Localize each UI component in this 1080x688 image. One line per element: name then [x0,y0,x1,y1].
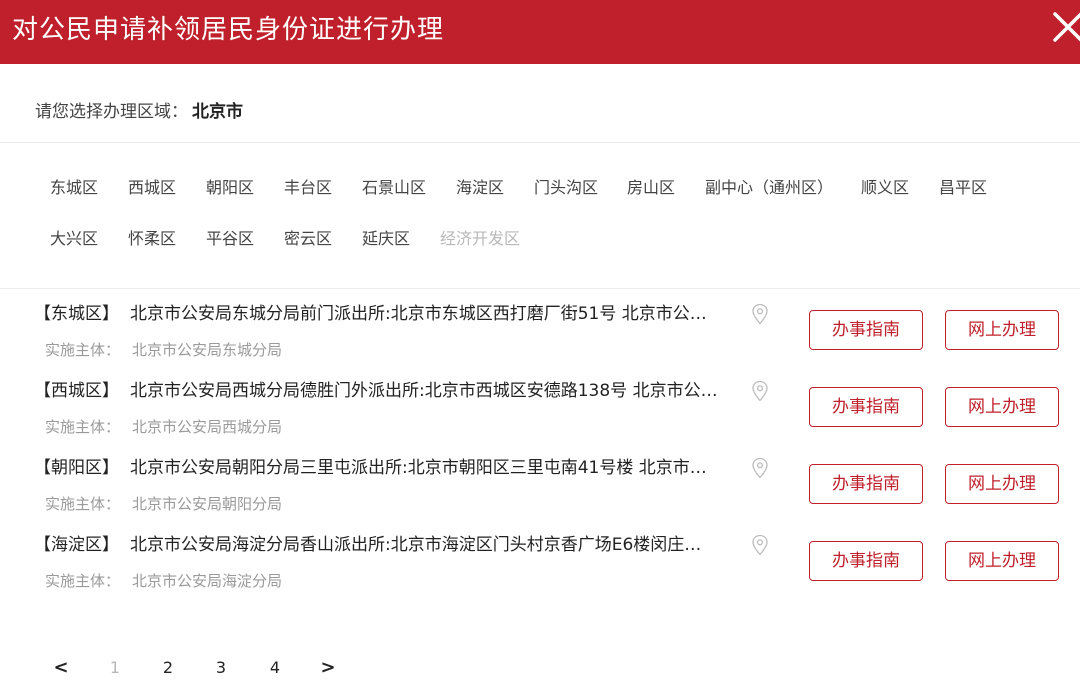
subject-label: 实施主体： [45,495,121,513]
district-haidian[interactable]: 海淀区 [456,176,504,200]
page-2[interactable]: 2 [158,654,178,682]
subject-label: 实施主体： [45,572,121,590]
item-district-tag: 【东城区】 [34,304,119,324]
district-miyun[interactable]: 密云区 [284,227,332,251]
list-item: 【朝阳区】 北京市公安局朝阳分局三里屯派出所:北京市朝阳区三里屯南41号楼 北京… [0,454,1080,528]
item-address-link[interactable]: 北京市公安局西城分局德胜门外派出所:北京市西城区安德路138号 北京市公… [130,377,740,405]
district-dongcheng[interactable]: 东城区 [50,176,98,200]
online-apply-button[interactable]: 网上办理 [945,464,1059,504]
subject-value: 北京市公安局朝阳分局 [132,495,283,513]
district-changping[interactable]: 昌平区 [939,176,987,200]
region-value[interactable]: 北京市 [192,102,243,122]
district-xicheng[interactable]: 西城区 [128,176,176,200]
district-fengtai[interactable]: 丰台区 [284,176,332,200]
district-shunyi[interactable]: 顺义区 [861,176,909,200]
item-address-link[interactable]: 北京市公安局海淀分局香山派出所:北京市海淀区门头村京香广场E6楼闵庄… [130,531,740,559]
subject-value: 北京市公安局西城分局 [132,418,283,436]
online-apply-button[interactable]: 网上办理 [945,541,1059,581]
online-apply-button[interactable]: 网上办理 [945,310,1059,350]
dialog-title: 对公民申请补领居民身份证进行办理 [12,15,445,45]
location-pin-icon[interactable] [751,534,769,556]
guide-button[interactable]: 办事指南 [809,464,923,504]
prev-page-button[interactable]: < [51,654,71,682]
item-subject: 实施主体： 北京市公安局西城分局 [45,415,282,439]
list-item: 【海淀区】 北京市公安局海淀分局香山派出所:北京市海淀区门头村京香广场E6楼闵庄… [0,531,1080,605]
district-tongzhou[interactable]: 副中心（通州区） [705,176,833,200]
header-bar: 对公民申请补领居民身份证进行办理 [0,0,1080,64]
item-district-tag: 【海淀区】 [34,535,119,555]
item-subject: 实施主体： 北京市公安局朝阳分局 [45,492,282,516]
list-item: 【东城区】 北京市公安局东城分局前门派出所:北京市东城区西打磨厂街51号 北京市… [0,300,1080,374]
page-3[interactable]: 3 [211,654,231,682]
district-huairou[interactable]: 怀柔区 [128,227,176,251]
item-address-link[interactable]: 北京市公安局朝阳分局三里屯派出所:北京市朝阳区三里屯南41号楼 北京市… [130,454,740,482]
district-fangshan[interactable]: 房山区 [627,176,675,200]
guide-button[interactable]: 办事指南 [809,387,923,427]
guide-button[interactable]: 办事指南 [809,310,923,350]
item-subject: 实施主体： 北京市公安局东城分局 [45,338,282,362]
subject-value: 北京市公安局海淀分局 [132,572,283,590]
district-mentougou[interactable]: 门头沟区 [534,176,598,200]
location-pin-icon[interactable] [751,380,769,402]
district-shijingshan[interactable]: 石景山区 [362,176,426,200]
subject-label: 实施主体： [45,418,121,436]
subject-label: 实施主体： [45,341,121,359]
divider [0,288,1080,289]
location-pin-icon[interactable] [751,457,769,479]
list-item: 【西城区】 北京市公安局西城分局德胜门外派出所:北京市西城区安德路138号 北京… [0,377,1080,451]
region-label: 请您选择办理区域： [35,102,188,122]
district-economic-zone: 经济开发区 [440,229,521,248]
district-daxing[interactable]: 大兴区 [50,227,98,251]
region-selector: 请您选择办理区域： 北京市 [35,98,243,126]
next-page-button[interactable]: > [318,654,338,682]
item-district-tag: 【西城区】 [34,381,119,401]
page-4[interactable]: 4 [265,654,285,682]
location-pin-icon[interactable] [751,303,769,325]
district-yanqing[interactable]: 延庆区 [362,227,410,251]
divider [0,142,1080,143]
page-1: 1 [109,658,121,677]
item-subject: 实施主体： 北京市公安局海淀分局 [45,569,282,593]
online-apply-button[interactable]: 网上办理 [945,387,1059,427]
item-address-link[interactable]: 北京市公安局东城分局前门派出所:北京市东城区西打磨厂街51号 北京市公… [130,300,740,328]
close-icon [1053,12,1080,42]
district-pinggu[interactable]: 平谷区 [206,227,254,251]
subject-value: 北京市公安局东城分局 [132,341,283,359]
close-button[interactable] [1046,8,1080,48]
district-chaoyang[interactable]: 朝阳区 [206,176,254,200]
guide-button[interactable]: 办事指南 [809,541,923,581]
item-district-tag: 【朝阳区】 [34,458,119,478]
